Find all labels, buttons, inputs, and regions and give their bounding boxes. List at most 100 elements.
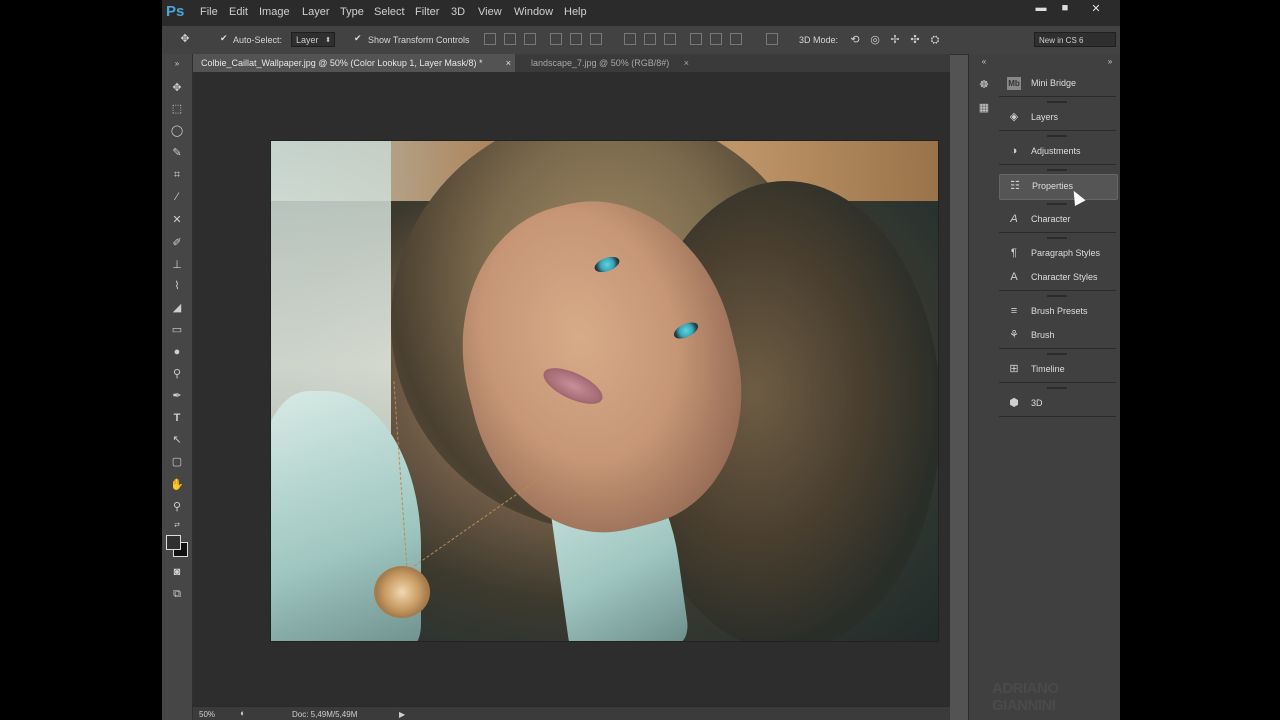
panel-character-styles[interactable]: A Character Styles xyxy=(999,266,1116,291)
close-icon[interactable]: ✕ xyxy=(1086,2,1106,16)
distribute-left-icon[interactable] xyxy=(690,33,702,45)
distribute-hcenter-icon[interactable] xyxy=(710,33,722,45)
tab-label: landscape_7.jpg @ 50% (RGB/8#) xyxy=(531,58,670,68)
panel-brush[interactable]: ⚘ Brush xyxy=(999,324,1116,349)
collapse-dock-icon[interactable]: « xyxy=(977,56,991,68)
crop-icon[interactable]: ⌗ xyxy=(168,167,186,183)
align-top-icon[interactable] xyxy=(484,33,496,45)
show-transform-label: Show Transform Controls xyxy=(368,35,470,45)
swap-colors-icon[interactable]: ⇄ xyxy=(168,518,186,534)
align-left-icon[interactable] xyxy=(550,33,562,45)
panel-3d[interactable]: ⬢ 3D xyxy=(999,392,1116,417)
quick-select-icon[interactable]: ✎ xyxy=(168,145,186,161)
distribute-bottom-icon[interactable] xyxy=(664,33,676,45)
3d-rotate-icon[interactable]: ⟲ xyxy=(846,32,864,48)
blur-icon[interactable]: ● xyxy=(168,344,186,360)
tab-landscape[interactable]: landscape_7.jpg @ 50% (RGB/8#) × xyxy=(523,54,693,72)
panel-grip[interactable] xyxy=(1047,135,1067,137)
align-bottom-icon[interactable] xyxy=(524,33,536,45)
healing-icon[interactable]: ✕ xyxy=(168,212,186,228)
panel-grip[interactable] xyxy=(1047,387,1067,389)
auto-align-icon[interactable] xyxy=(766,33,778,45)
maximize-icon[interactable]: ■ xyxy=(1055,2,1075,16)
hand-icon[interactable]: ✋ xyxy=(168,477,186,493)
distribute-vcenter-icon[interactable] xyxy=(644,33,656,45)
panel-grip[interactable] xyxy=(1047,203,1067,205)
screen-mode-icon[interactable]: ⧉ xyxy=(168,586,186,602)
menu-help[interactable]: Help xyxy=(564,6,587,18)
3d-scale-icon[interactable]: ⛭ xyxy=(926,32,944,48)
lasso-icon[interactable]: ◯ xyxy=(168,123,186,139)
show-transform-checkbox[interactable]: ✔ xyxy=(354,34,363,43)
panel-character[interactable]: A Character xyxy=(999,208,1116,233)
distribute-top-icon[interactable] xyxy=(624,33,636,45)
3d-drag-icon[interactable]: ✢ xyxy=(886,32,904,48)
menu-image[interactable]: Image xyxy=(259,6,290,18)
zoom-level[interactable]: 50% xyxy=(199,710,215,719)
status-info-icon[interactable]: ◐ xyxy=(240,708,245,718)
3d-slide-icon[interactable]: ✣ xyxy=(906,32,924,48)
history-brush-icon[interactable]: ⌇ xyxy=(168,278,186,294)
canvas-area[interactable] xyxy=(193,72,950,706)
gradient-icon[interactable]: ▭ xyxy=(168,322,186,338)
menu-type[interactable]: Type xyxy=(340,6,364,18)
3d-roll-icon[interactable]: ◎ xyxy=(866,32,884,48)
panel-grip[interactable] xyxy=(1047,353,1067,355)
path-select-icon[interactable]: ↖ xyxy=(168,432,186,448)
stamp-icon[interactable]: ⊥ xyxy=(168,257,186,273)
close-tab-icon[interactable]: × xyxy=(684,54,689,72)
panel-adjustments[interactable]: ◑ Adjustments xyxy=(999,140,1116,165)
panel-label: Adjustments xyxy=(1031,146,1081,156)
collapse-icon[interactable]: » xyxy=(168,56,186,72)
minimize-icon[interactable]: ▬ xyxy=(1031,2,1051,16)
close-tab-icon[interactable]: × xyxy=(506,54,511,72)
move-tool-preset-icon[interactable]: ✥ xyxy=(176,31,194,47)
panel-timeline[interactable]: ⊞ Timeline xyxy=(999,358,1116,383)
workspace-dropdown[interactable]: New in CS 6 xyxy=(1034,32,1116,47)
panel-brush-presets[interactable]: ≡ Brush Presets xyxy=(999,300,1116,324)
eraser-icon[interactable]: ◢ xyxy=(168,300,186,316)
pendant-shape xyxy=(374,566,430,618)
eyedropper-icon[interactable]: ⁄ xyxy=(168,189,186,205)
panel-grip[interactable] xyxy=(1047,169,1067,171)
distribute-right-icon[interactable] xyxy=(730,33,742,45)
dodge-icon[interactable]: ⚲ xyxy=(168,366,186,382)
swatches-icon[interactable]: ▦ xyxy=(977,102,991,114)
panel-grip[interactable] xyxy=(1047,101,1067,103)
menu-window[interactable]: Window xyxy=(514,6,553,18)
collapse-panels-icon[interactable]: » xyxy=(1103,56,1117,68)
menu-file[interactable]: File xyxy=(200,6,218,18)
align-vcenter-icon[interactable] xyxy=(504,33,516,45)
move-icon[interactable]: ✥ xyxy=(168,80,186,96)
panel-label: Character Styles xyxy=(1031,272,1098,282)
zoom-icon[interactable]: ⚲ xyxy=(168,499,186,515)
history-icon[interactable]: ☸ xyxy=(977,79,991,91)
panel-mini-bridge[interactable]: Mb Mini Bridge xyxy=(999,72,1116,97)
menu-select[interactable]: Select xyxy=(374,6,405,18)
panel-grip[interactable] xyxy=(1047,295,1067,297)
menu-filter[interactable]: Filter xyxy=(415,6,439,18)
panel-paragraph-styles[interactable]: ¶ Paragraph Styles xyxy=(999,242,1116,266)
auto-select-checkbox[interactable]: ✔ xyxy=(220,34,229,43)
panel-properties[interactable]: ☷ Properties xyxy=(999,174,1118,200)
auto-select-dropdown[interactable]: Layer ⬍ xyxy=(291,32,335,47)
panel-label: Brush xyxy=(1031,330,1055,340)
quick-mask-icon[interactable]: ◙ xyxy=(168,564,186,580)
status-menu-arrow-icon[interactable]: ▶ xyxy=(399,710,405,719)
document-image[interactable] xyxy=(270,140,939,642)
pen-icon[interactable]: ✒ xyxy=(168,388,186,404)
align-hcenter-icon[interactable] xyxy=(570,33,582,45)
marquee-icon[interactable]: ⬚ xyxy=(168,101,186,117)
brush-icon[interactable]: ✐ xyxy=(168,235,186,251)
panel-layers[interactable]: ◈ Layers xyxy=(999,106,1116,131)
menu-view[interactable]: View xyxy=(478,6,502,18)
foreground-color-swatch[interactable] xyxy=(166,535,181,550)
menu-3d[interactable]: 3D xyxy=(451,6,465,18)
panel-grip[interactable] xyxy=(1047,237,1067,239)
shape-icon[interactable]: ▢ xyxy=(168,454,186,470)
menu-layer[interactable]: Layer xyxy=(302,6,330,18)
menu-edit[interactable]: Edit xyxy=(229,6,248,18)
type-icon[interactable]: T xyxy=(168,410,186,426)
align-right-icon[interactable] xyxy=(590,33,602,45)
tab-colbie[interactable]: Colbie_Caillat_Wallpaper.jpg @ 50% (Colo… xyxy=(193,54,515,72)
